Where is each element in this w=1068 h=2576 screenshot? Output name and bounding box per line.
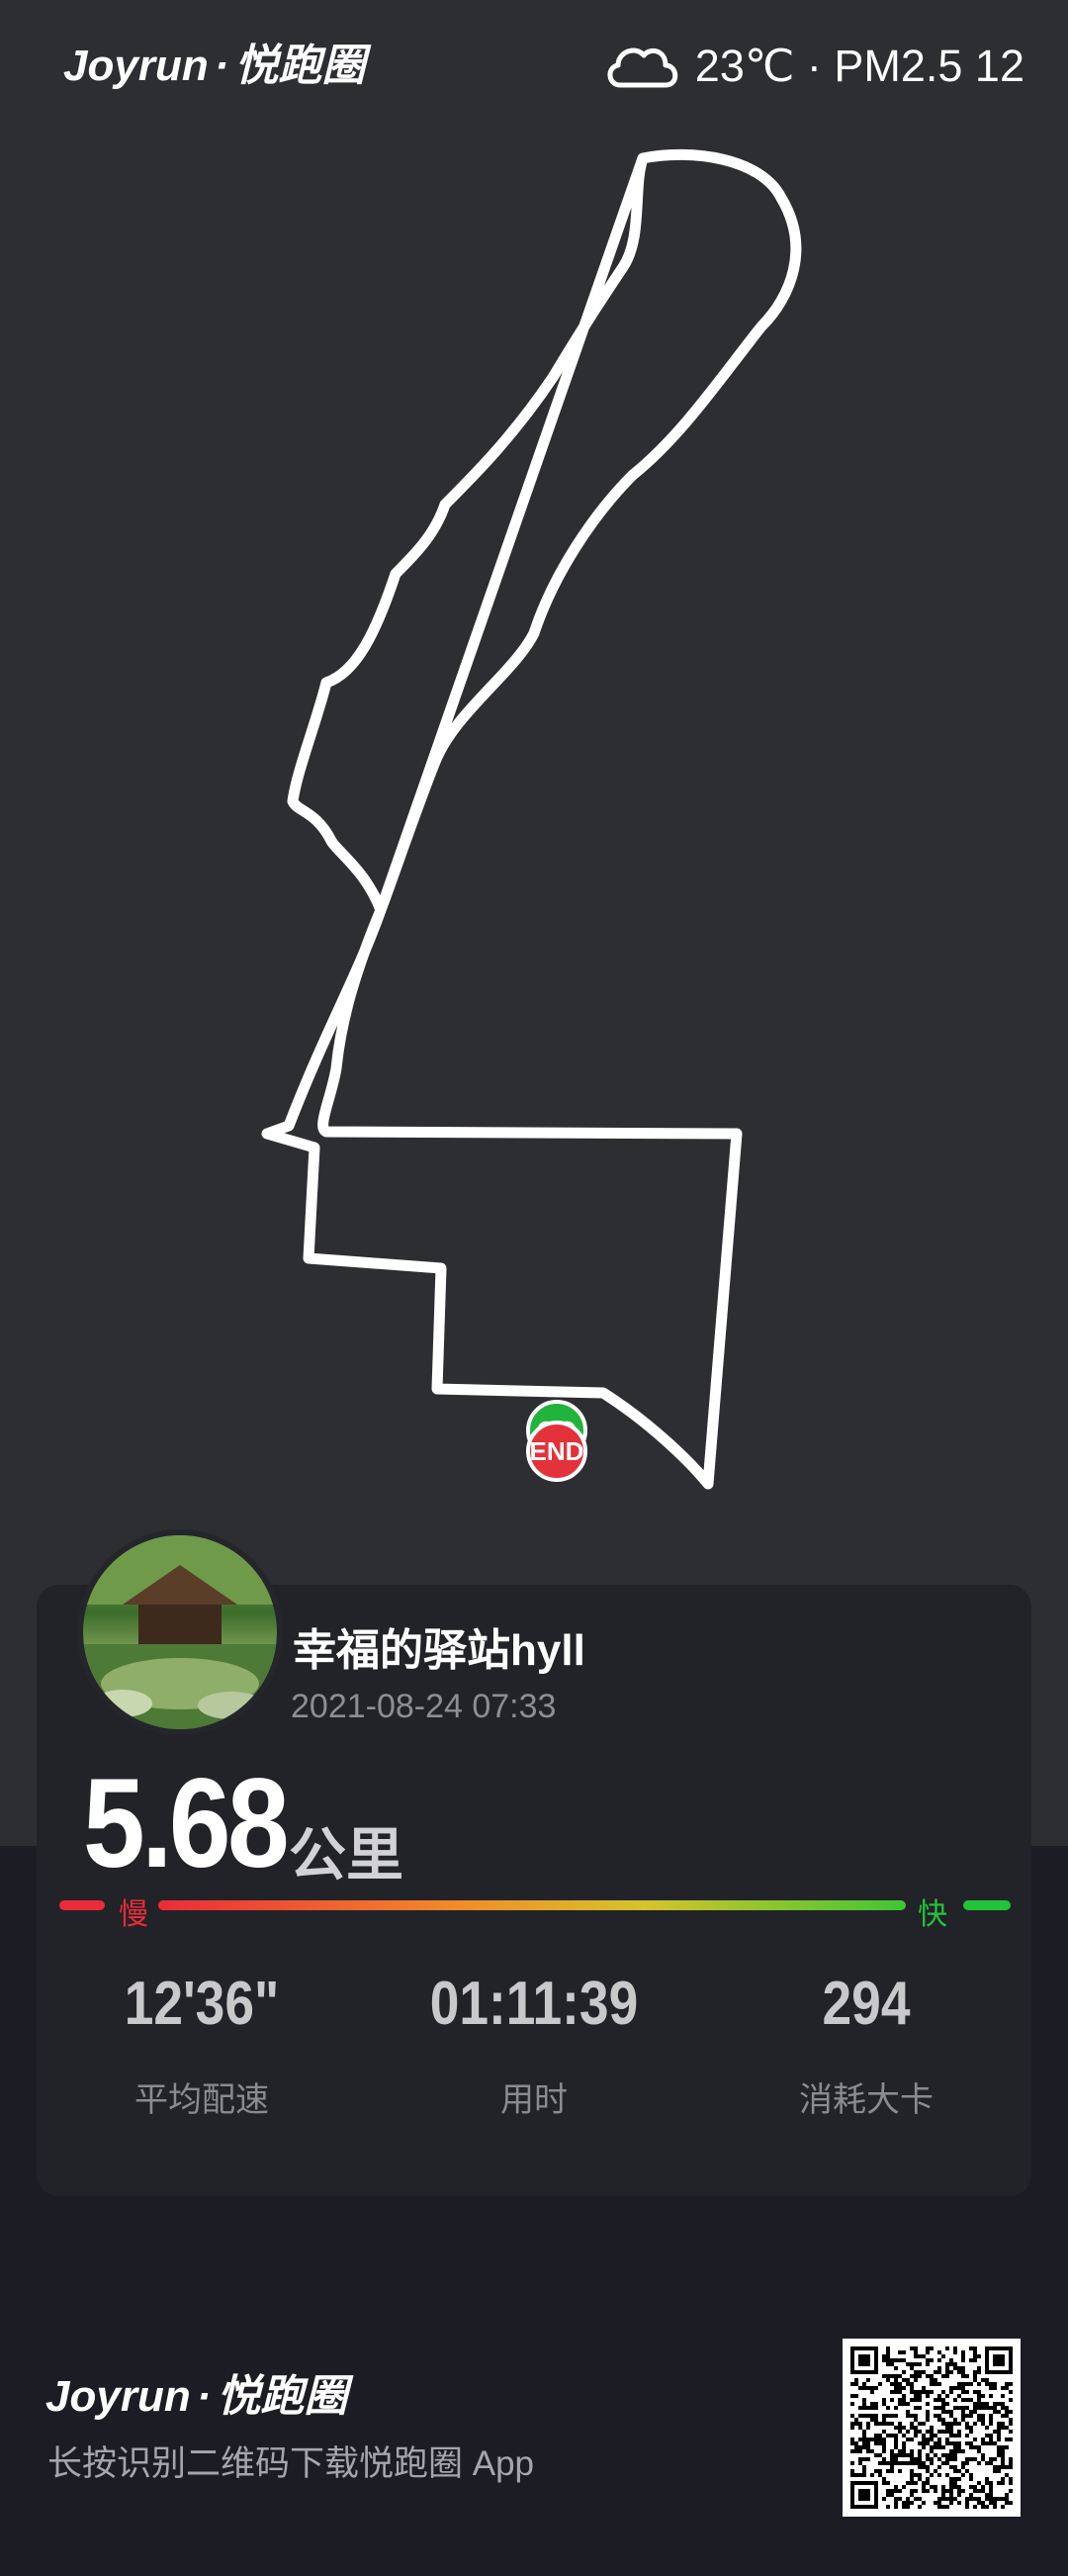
brand-dot: · bbox=[214, 42, 229, 90]
run-datetime: 2021-08-24 07:33 bbox=[291, 1688, 557, 1725]
garden-pavilion-avatar bbox=[83, 1535, 277, 1729]
stat-duration: 01:11:39 用时 bbox=[386, 1969, 682, 2121]
weather-info: 23℃ · PM2.5 12 bbox=[602, 38, 1024, 93]
cloud-icon bbox=[607, 47, 678, 88]
qr-code[interactable] bbox=[843, 2339, 1021, 2517]
stat-calories: 294 消耗大卡 bbox=[718, 1969, 1015, 2121]
distance-value: 5.68 bbox=[83, 1753, 290, 1894]
pace-gradient bbox=[158, 1900, 906, 1910]
username: 幸福的驿站hyll bbox=[293, 1626, 585, 1675]
stat-cal-value: 294 bbox=[822, 1970, 911, 2038]
pace-legend-bar: 慢 快 bbox=[59, 1893, 1011, 1931]
bottom-brand-logo: Joyrun · 悦跑圈 bbox=[45, 2360, 347, 2424]
avatar[interactable] bbox=[77, 1529, 283, 1735]
stat-pace-label: 平均配速 bbox=[134, 2081, 269, 2119]
download-hint: 长按识别二维码下载悦跑圈 App bbox=[47, 2444, 535, 2483]
fast-label: 快 bbox=[918, 1898, 947, 1931]
stat-pace-value: 12'36" bbox=[124, 1970, 280, 2038]
slow-label: 慢 bbox=[119, 1898, 148, 1931]
weather-text: 23℃ · PM2.5 12 bbox=[694, 40, 1024, 91]
brand-name: Joyrun bbox=[45, 2372, 191, 2421]
stat-average-pace: 12'36" 平均配速 bbox=[53, 1969, 350, 2121]
stat-time-value: 01:11:39 bbox=[429, 1970, 639, 2038]
slow-segment bbox=[59, 1900, 105, 1910]
brand-name: Joyrun bbox=[63, 42, 209, 90]
qr-code-image bbox=[850, 2346, 1013, 2509]
stat-time-label: 用时 bbox=[500, 2081, 568, 2119]
top-brand-logo: Joyrun · 悦跑圈 bbox=[63, 30, 365, 93]
brand-dot: · bbox=[196, 2372, 212, 2421]
distance-unit: 公里 bbox=[289, 1823, 404, 1887]
fast-segment bbox=[963, 1900, 1011, 1910]
route-line bbox=[261, 148, 802, 1490]
brand-cn: 悦跑圈 bbox=[234, 42, 366, 90]
brand-cn: 悦跑圈 bbox=[217, 2372, 348, 2421]
stat-cal-label: 消耗大卡 bbox=[799, 2081, 934, 2119]
avatar-image bbox=[83, 1535, 277, 1729]
end-marker: END bbox=[526, 1421, 587, 1482]
